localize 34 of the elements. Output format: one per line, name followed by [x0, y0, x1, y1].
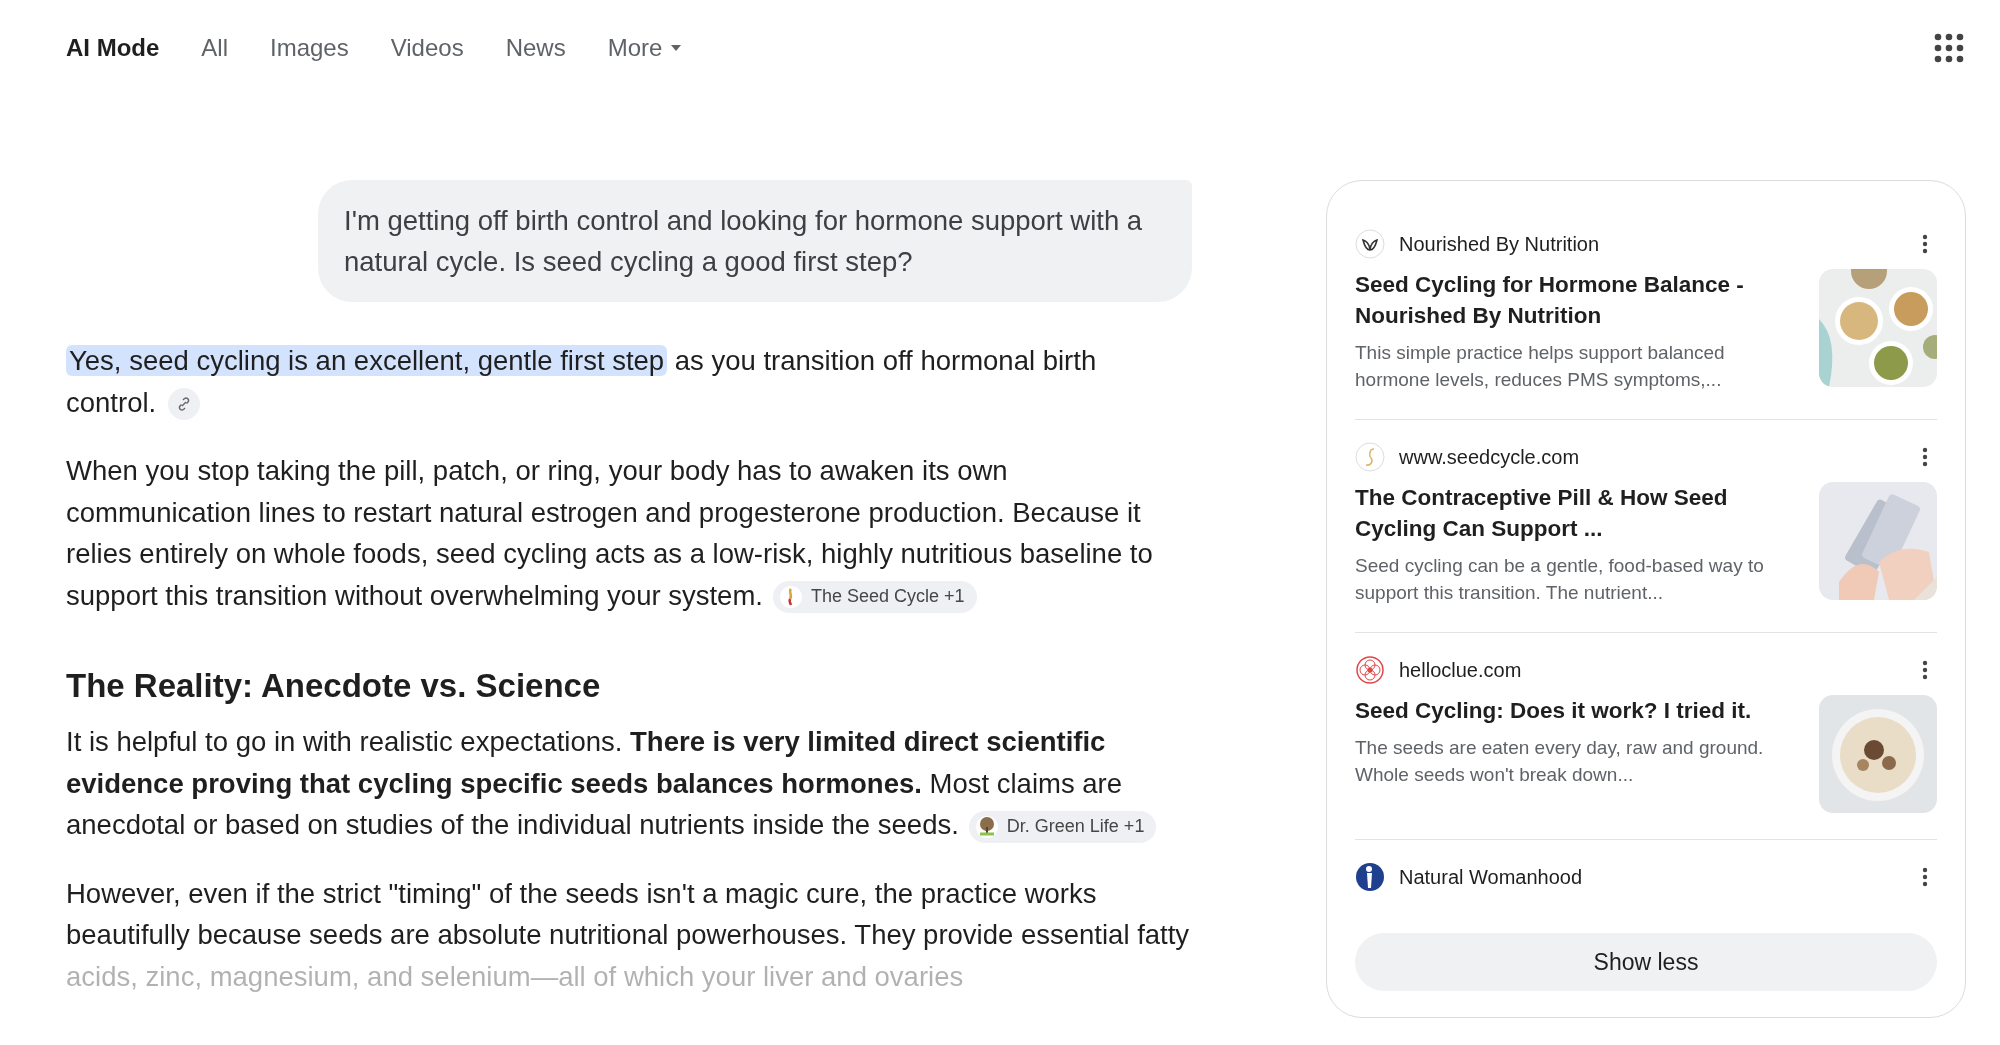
source-snippet: The seeds are eaten every day, raw and ground. Whole seeds won't break down... [1355, 736, 1765, 787]
query-bubble: I'm getting off birth control and looking for hormone support with a natural cycle. Is seed cycling a good first step? [318, 180, 1192, 302]
nav-tab[interactable]: News [505, 28, 566, 68]
answer-paragraph: Yes, seed cycling is an excellent, gentle first step as you transition off hormonal birth control. [66, 340, 1192, 423]
source-title[interactable]: Seed Cycling: Does it work? I tried it. [1355, 695, 1799, 726]
source-chip[interactable]: The Seed Cycle +1 [772, 581, 977, 614]
site-logo-icon [1355, 862, 1385, 892]
show-less-button[interactable]: Show less [1355, 933, 1937, 991]
nav-tab[interactable]: AI Mode [66, 28, 160, 68]
section-heading: The Reality: Anecdote vs. Science [66, 667, 602, 705]
nav-tab[interactable]: More [607, 28, 683, 68]
answer-paragraph: It is helpful to go in with realistic expectations. There is very limited direct scientific evidence proving that cycling specific seeds balances hormones. Most claims are anecdotal or based on studies of the individual nutrients inside the seeds. Dr. Green Life +1 [66, 721, 1192, 846]
source-logo-icon [778, 585, 803, 610]
site-logo-icon [1355, 229, 1385, 259]
highlighted-text: Yes, seed cycling is an excellent, gentle first step [66, 345, 668, 376]
answer-paragraph: When you stop taking the pill, patch, or ring, your body has to awaken its own communication lines to restart natural estrogen and progesterone production. Because it relies entirely on whole foods, seed cycling acts as a low-risk, highly nutritious baseline to support this transition without overwhelming your system. The Seed Cycle +1 [66, 450, 1192, 616]
site-logo-icon [1355, 442, 1385, 472]
source-chip[interactable]: Dr. Green Life +1 [968, 810, 1157, 843]
site-logo-icon [1355, 655, 1385, 685]
site-name[interactable]: Nourished By Nutrition [1399, 232, 1600, 256]
site-name[interactable]: www.seedcycle.com [1399, 445, 1580, 469]
site-name[interactable]: helloclue.com [1399, 658, 1522, 682]
source-snippet: Seed cycling can be a gentle, food-based way to support this transition. The nutrient... [1355, 554, 1765, 605]
nav-tab[interactable]: All [201, 28, 228, 68]
source-title[interactable]: The Contraceptive Pill & How Seed Cycling Can Support ... [1355, 482, 1799, 544]
nav-tab[interactable]: Images [270, 28, 349, 68]
source-logo-icon [974, 814, 999, 839]
link-button[interactable] [168, 388, 201, 421]
nav-tab[interactable]: Videos [390, 28, 464, 68]
source-title[interactable]: Seed Cycling for Hormone Balance - Nourished By Nutrition [1355, 269, 1799, 331]
site-name[interactable]: Natural Womanhood [1399, 865, 1583, 889]
source-snippet: This simple practice helps support balanced hormone levels, reduces PMS symptoms,... [1355, 341, 1726, 392]
apps-grid-icon[interactable] [1934, 33, 1964, 63]
answer-paragraph: However, even if the strict "timing" of the seeds isn't a magic cure, the practice works beautifully because seeds are absolute nutritional powerhouses. They provide essential fatty acids, zinc, magnesium, and selenium—all of which your liver and ovaries [66, 876, 1191, 994]
